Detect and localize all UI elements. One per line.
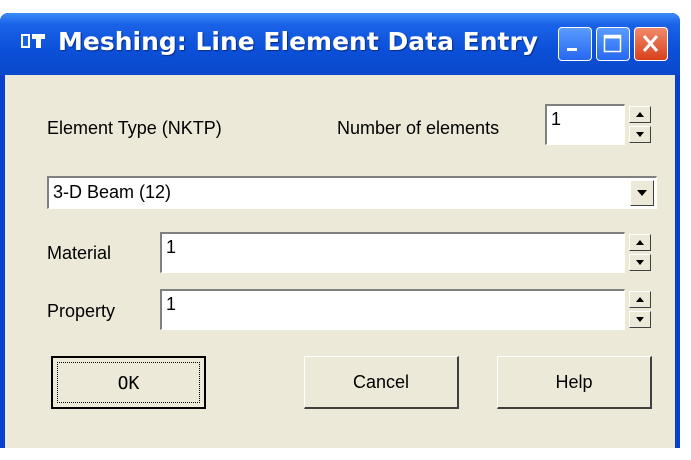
- element-type-combo[interactable]: 3-D Beam (12): [47, 176, 657, 209]
- spin-down-button[interactable]: [629, 254, 651, 271]
- down-arrow-icon: [636, 260, 644, 265]
- element-type-label: Element Type (NKTP): [47, 118, 222, 138]
- spin-down-button[interactable]: [629, 126, 651, 143]
- property-spinner[interactable]: [629, 291, 651, 329]
- dialog-window: Meshing: Line Element Data Entry Element…: [0, 13, 680, 448]
- title-bar[interactable]: Meshing: Line Element Data Entry: [0, 13, 680, 75]
- material-input[interactable]: 1: [160, 232, 625, 273]
- property-label: Property: [47, 301, 116, 321]
- property-input[interactable]: 1: [160, 289, 625, 330]
- spin-up-button[interactable]: [629, 291, 651, 308]
- spin-up-button[interactable]: [629, 234, 651, 251]
- maximize-icon: [603, 34, 622, 53]
- number-of-elements-spinner[interactable]: [629, 106, 651, 144]
- spin-down-button[interactable]: [629, 311, 651, 328]
- ok-button[interactable]: OK: [51, 356, 206, 409]
- chevron-down-icon: [637, 190, 647, 196]
- close-button[interactable]: [634, 27, 668, 61]
- app-icon: [21, 34, 45, 48]
- cancel-button[interactable]: Cancel: [304, 356, 459, 409]
- dialog-body: Element Type (NKTP) Number of elements 1…: [5, 75, 675, 448]
- material-spinner[interactable]: [629, 234, 651, 272]
- up-arrow-icon: [636, 240, 644, 245]
- down-arrow-icon: [636, 132, 644, 137]
- spin-up-button[interactable]: [629, 106, 651, 123]
- close-icon: [642, 35, 659, 52]
- up-arrow-icon: [636, 297, 644, 302]
- down-arrow-icon: [636, 317, 644, 322]
- material-label: Material: [47, 243, 112, 263]
- up-arrow-icon: [636, 112, 644, 117]
- ok-button-label: OK: [57, 362, 200, 403]
- minimize-icon: [567, 48, 577, 51]
- window-title: Meshing: Line Element Data Entry: [58, 27, 539, 56]
- number-of-elements-input[interactable]: 1: [545, 104, 625, 145]
- help-button[interactable]: Help: [497, 356, 652, 409]
- maximize-button[interactable]: [596, 27, 630, 61]
- number-of-elements-label: Number of elements: [337, 118, 500, 138]
- element-type-value: 3-D Beam (12): [53, 182, 172, 202]
- minimize-button[interactable]: [558, 27, 592, 61]
- dropdown-button[interactable]: [630, 180, 654, 206]
